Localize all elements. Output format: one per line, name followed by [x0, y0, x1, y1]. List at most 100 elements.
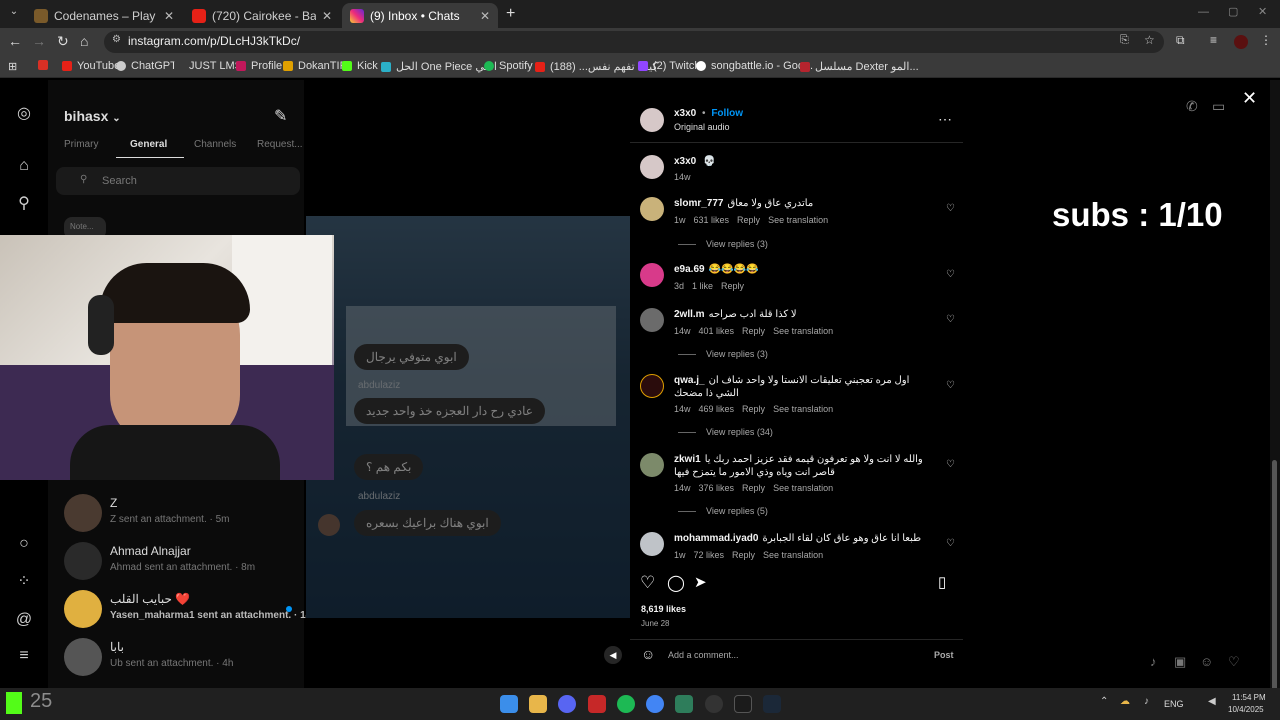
xbox-app-icon[interactable]: [675, 695, 693, 713]
follow-button[interactable]: Follow: [711, 108, 743, 119]
comment-likes[interactable]: 469 likes: [699, 404, 735, 414]
reload-icon[interactable]: ↻: [57, 33, 69, 50]
reply-button[interactable]: Reply: [732, 550, 755, 560]
steam-icon[interactable]: [763, 695, 781, 713]
post-date[interactable]: June 28: [641, 619, 669, 628]
comment-icon[interactable]: ◯: [667, 573, 685, 593]
volume-icon[interactable]: ◀: [1208, 696, 1216, 707]
comment-likes[interactable]: 401 likes: [699, 326, 735, 336]
image-icon[interactable]: ▣: [1174, 654, 1186, 670]
mute-icon[interactable]: ◀: [604, 646, 622, 664]
bookmark-dokantip[interactable]: DokanTIP: [283, 60, 347, 72]
maximize-icon[interactable]: ▢: [1228, 5, 1238, 18]
instagram-logo-icon[interactable]: ◎: [14, 104, 34, 124]
heart-icon[interactable]: ♡: [1228, 654, 1240, 670]
also-from-meta-icon[interactable]: ⁘: [14, 572, 34, 592]
browser-menu-icon[interactable]: ⋮: [1260, 33, 1272, 47]
bookmark-twitch[interactable]: (2) Twitch: [638, 60, 700, 72]
apps-icon[interactable]: ⊞: [8, 60, 17, 73]
close-tab-icon[interactable]: ✕: [164, 9, 174, 23]
reply-button[interactable]: Reply: [742, 326, 765, 336]
caption-author[interactable]: x3x0: [674, 156, 696, 167]
view-replies[interactable]: View replies (34): [678, 427, 773, 437]
conversation-row[interactable]: بابا Ub sent an attachment. · 4h: [64, 636, 294, 680]
profile-avatar[interactable]: [1234, 35, 1248, 49]
tab-instagram[interactable]: (9) Inbox • Chats ✕: [342, 3, 498, 28]
commenter-avatar[interactable]: [640, 308, 664, 332]
chrome-icon[interactable]: [646, 695, 664, 713]
address-bar[interactable]: ⚙ instagram.com/p/DLcHJ3kTkDc/ ⎘ ☆: [104, 31, 1164, 53]
bookmark-gmail[interactable]: [38, 60, 53, 70]
bookmark-songbattle[interactable]: songbattle.io - Goo...: [696, 60, 813, 72]
clock-date[interactable]: 10/4/2025: [1228, 705, 1264, 714]
more-options-icon[interactable]: ⋯: [938, 111, 952, 128]
post-comment-button[interactable]: Post: [934, 650, 954, 660]
tab-requests[interactable]: Request...: [257, 139, 303, 150]
like-comment-icon[interactable]: ♡: [946, 269, 955, 280]
conversation-row[interactable]: Z Z sent an attachment. · 5m: [64, 492, 294, 536]
more-menu-icon[interactable]: ≡: [14, 646, 34, 666]
language-indicator[interactable]: ENG: [1164, 699, 1184, 709]
tray-cloud-icon[interactable]: ☁: [1120, 696, 1130, 707]
like-count[interactable]: 8,619 likes: [641, 604, 686, 614]
close-post-icon[interactable]: ✕: [1242, 88, 1257, 109]
commenter-avatar[interactable]: [640, 532, 664, 556]
site-info-icon[interactable]: ⚙: [112, 34, 121, 45]
reply-button[interactable]: Reply: [742, 404, 765, 414]
see-translation[interactable]: See translation: [768, 215, 828, 225]
tray-chevron-icon[interactable]: ⌃: [1100, 696, 1108, 707]
comment-likes[interactable]: 376 likes: [699, 483, 735, 493]
forward-icon[interactable]: →: [32, 33, 46, 49]
commenter-avatar[interactable]: [640, 263, 664, 287]
reply-button[interactable]: Reply: [742, 483, 765, 493]
extensions-icon[interactable]: ⧉: [1176, 33, 1185, 48]
search-input[interactable]: ⚲ Search: [56, 167, 300, 195]
obs-icon[interactable]: [705, 695, 723, 713]
save-icon[interactable]: ▯: [938, 573, 946, 591]
tab-general[interactable]: General: [130, 139, 167, 150]
bookmark-spotify[interactable]: Spotify: [484, 60, 533, 72]
comment-likes[interactable]: 72 likes: [694, 550, 725, 560]
video-call-icon[interactable]: ▭: [1212, 98, 1225, 115]
comment-user[interactable]: 2wll.m: [674, 309, 705, 320]
bookmark-star-icon[interactable]: ☆: [1144, 33, 1155, 47]
spotify-icon[interactable]: [617, 695, 635, 713]
commenter-avatar[interactable]: [640, 374, 664, 398]
reply-button[interactable]: Reply: [721, 281, 744, 291]
call-icon[interactable]: ✆: [1186, 98, 1198, 115]
like-comment-icon[interactable]: ♡: [946, 459, 955, 470]
threads-icon[interactable]: ○: [14, 534, 34, 554]
bookmark-youtube[interactable]: YouTube: [62, 60, 120, 72]
like-comment-icon[interactable]: ♡: [946, 203, 955, 214]
audio-label[interactable]: Original audio: [674, 122, 730, 132]
like-comment-icon[interactable]: ♡: [946, 314, 955, 325]
see-translation[interactable]: See translation: [773, 326, 833, 336]
comment-user[interactable]: e9a.69: [674, 264, 705, 275]
author-name[interactable]: x3x0: [674, 108, 696, 119]
comment-user[interactable]: qwa.j_: [674, 375, 705, 386]
file-explorer-icon[interactable]: [529, 695, 547, 713]
like-icon[interactable]: ♡: [640, 573, 655, 593]
new-tab-button[interactable]: +: [506, 5, 515, 23]
minimize-icon[interactable]: —: [1198, 6, 1209, 18]
comment-input[interactable]: Add a comment...: [668, 650, 739, 660]
comment-likes[interactable]: 1 like: [692, 281, 713, 291]
bookmark-just-lms[interactable]: JUST LMS: [174, 60, 242, 72]
see-translation[interactable]: See translation: [773, 483, 833, 493]
comment-user[interactable]: slomr_777: [674, 198, 723, 209]
home-icon[interactable]: ⌂: [14, 156, 34, 176]
like-comment-icon[interactable]: ♡: [946, 538, 955, 549]
view-replies[interactable]: View replies (5): [678, 506, 768, 516]
clock-time[interactable]: 11:54 PM: [1232, 693, 1266, 702]
install-app-icon[interactable]: ⎘: [1120, 34, 1129, 47]
terminal-icon[interactable]: [734, 695, 752, 713]
tab-channels[interactable]: Channels: [194, 139, 236, 150]
emoji-icon[interactable]: ☺: [641, 646, 655, 662]
discord-icon[interactable]: [558, 695, 576, 713]
conversation-row[interactable]: حبايب القلب ❤️ Yasen_maharma1 sent an at…: [64, 588, 320, 632]
home-icon[interactable]: ⌂: [80, 33, 88, 49]
view-replies[interactable]: View replies (3): [678, 349, 768, 359]
tab-youtube[interactable]: (720) Cairokee - Basrah w Atoh ✕: [184, 3, 340, 28]
tab-search-button[interactable]: ⌄: [6, 6, 22, 22]
threads-app-icon[interactable]: @: [14, 610, 34, 630]
